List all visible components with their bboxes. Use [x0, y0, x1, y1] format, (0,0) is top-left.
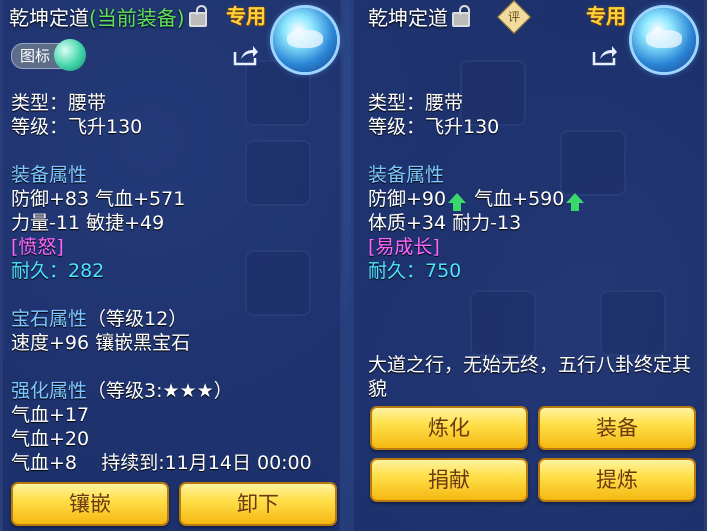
refine-button[interactable]: 炼化 [370, 406, 528, 450]
item-emblem-icon [273, 8, 337, 72]
enhance-value-3: 气血+8 [11, 452, 78, 474]
durability: 耐久：750 [368, 260, 462, 282]
share-icon[interactable] [592, 44, 618, 66]
gem-attr-line: 宝石属性（等级12） [11, 304, 187, 331]
enhance-attr-line: 强化属性（等级3:★★★） [11, 376, 233, 403]
type-line: 类型：腰带 [11, 92, 107, 114]
share-icon[interactable] [233, 44, 259, 66]
current-equipment-panel: 乾坤定道(当前装备) 专用 图标 类型：腰带 等级：飞升130 装备属性 防御+… [0, 0, 343, 531]
item-description: 大道之行，无始无终，五行八卦终定其貌 [368, 354, 692, 400]
evaluate-icon[interactable]: 评 [497, 0, 531, 34]
lock-icon[interactable] [452, 5, 470, 27]
attr-line-1: 防御+90 气血+590 [368, 184, 586, 211]
exclusive-label: 专用 [226, 4, 266, 28]
exclusive-label: 专用 [586, 4, 626, 28]
inlay-button[interactable]: 镶嵌 [11, 482, 169, 526]
item-name: 乾坤定道 [9, 6, 89, 30]
item-name: 乾坤定道 [368, 6, 448, 30]
icon-toggle[interactable]: 图标 [11, 39, 87, 71]
item-title: 乾坤定道(当前装备) [9, 2, 207, 31]
evaluate-label: 评 [507, 10, 520, 24]
special-effect: [愤怒] [11, 236, 64, 258]
enhance-line-2: 气血+20 [11, 428, 90, 450]
type-line: 类型：腰带 [368, 92, 464, 114]
item-emblem-icon [632, 8, 696, 72]
up-arrow-icon [448, 193, 467, 211]
unequip-button[interactable]: 卸下 [179, 482, 337, 526]
item-title: 乾坤定道 [368, 2, 470, 31]
icon-toggle-label: 图标 [20, 47, 51, 65]
enhance-line-1: 气血+17 [11, 404, 90, 426]
attr-line-2: 体质+34 耐力-13 [368, 212, 522, 234]
gem-line: 速度+96 镶嵌黑宝石 [11, 332, 191, 354]
enhance-line-3: 气血+8 持续到:11月14日 00:00 [11, 448, 312, 475]
equipped-status: (当前装备) [89, 6, 185, 30]
enhance-header: 强化属性 [11, 380, 88, 402]
gem-orb-icon [54, 39, 87, 71]
lock-icon[interactable] [188, 5, 207, 27]
attr-line-1: 防御+83 气血+571 [11, 188, 186, 210]
compare-item-panel: 乾坤定道 评 专用 类型：腰带 等级：飞升130 装备属性 防御+90 气血+5… [351, 0, 707, 531]
special-effect: [易成长] [368, 236, 440, 258]
enhance-duration: 持续到:11月14日 00:00 [101, 452, 312, 474]
attr-header: 装备属性 [368, 164, 445, 186]
level-line: 等级：飞升130 [368, 116, 500, 138]
attr-defense: 防御+90 [368, 188, 447, 210]
donate-button[interactable]: 捐献 [370, 458, 528, 502]
gem-level: （等级12） [87, 308, 188, 330]
extract-button[interactable]: 提炼 [538, 458, 696, 502]
level-line: 等级：飞升130 [11, 116, 143, 138]
attr-line-2: 力量-11 敏捷+49 [11, 212, 165, 234]
durability: 耐久：282 [11, 260, 105, 282]
attr-header: 装备属性 [11, 164, 88, 186]
attr-hp: 气血+590 [474, 188, 565, 210]
up-arrow-icon [566, 193, 585, 211]
equip-button[interactable]: 装备 [538, 406, 696, 450]
gem-header: 宝石属性 [11, 308, 88, 330]
enhance-level: （等级3:★★★） [87, 380, 233, 402]
